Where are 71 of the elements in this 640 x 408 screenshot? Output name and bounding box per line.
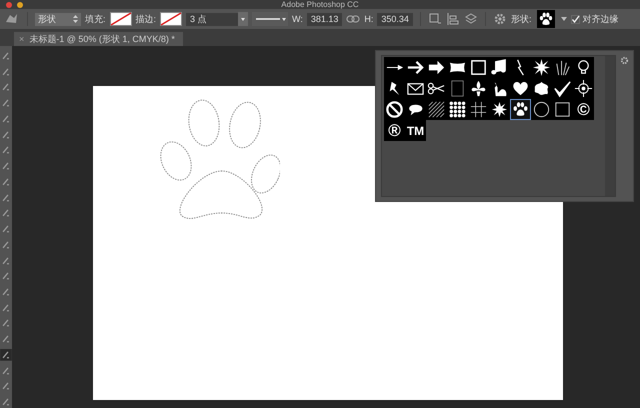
path-arrangement-icon[interactable] xyxy=(464,12,478,26)
tool-icon[interactable] xyxy=(0,348,12,361)
circle-icon xyxy=(532,100,551,119)
fleur-icon xyxy=(469,79,488,98)
shape-preview-button[interactable] xyxy=(535,10,558,28)
shape-option[interactable] xyxy=(489,99,510,120)
align-edges-label: 对齐边缘 xyxy=(582,12,618,26)
no-sign-icon xyxy=(385,100,404,119)
updown-icon xyxy=(73,15,78,23)
height-field[interactable]: 350.34 xyxy=(377,12,413,26)
frame-icon xyxy=(469,58,488,77)
shape-option[interactable] xyxy=(468,57,489,78)
fill-label: 填充: xyxy=(85,12,106,26)
path-operations-icon[interactable] xyxy=(428,12,442,26)
hatch-icon xyxy=(427,100,446,119)
tool-icon[interactable] xyxy=(0,380,12,392)
shape-label: 形状: xyxy=(510,12,532,26)
tool-icon[interactable] xyxy=(0,286,12,298)
note-icon xyxy=(490,58,509,77)
window-title: Adobe Photoshop CC xyxy=(281,0,359,9)
width-field[interactable]: 381.13 xyxy=(306,12,342,26)
height-label: H: xyxy=(364,14,374,24)
tool-icon[interactable] xyxy=(0,97,12,109)
tool-icon[interactable] xyxy=(0,223,12,235)
dropdown-icon[interactable] xyxy=(238,12,248,26)
burst-icon xyxy=(532,58,551,77)
tool-icon[interactable] xyxy=(0,317,12,330)
shape-tool-icon[interactable] xyxy=(4,12,20,26)
stroke-width-field[interactable]: 3 点 xyxy=(186,12,238,26)
dots-icon xyxy=(448,100,467,119)
link-icon[interactable] xyxy=(346,14,360,24)
shape-option[interactable]: ® xyxy=(384,120,405,141)
mode-select[interactable]: 形状 xyxy=(35,12,81,26)
stroke-label: 描边: xyxy=(136,12,156,26)
minimize-window-icon[interactable] xyxy=(17,2,23,8)
target-icon xyxy=(574,79,593,98)
grid-icon xyxy=(469,100,488,119)
tool-icon[interactable] xyxy=(0,81,12,94)
shape-option[interactable] xyxy=(510,99,531,120)
tool-icon[interactable] xyxy=(0,270,12,282)
stroke-swatch[interactable] xyxy=(160,12,182,26)
settings-icon[interactable] xyxy=(492,12,507,26)
check-icon xyxy=(553,79,572,98)
arrow-bold-icon xyxy=(427,58,446,77)
shape-option[interactable]: TM xyxy=(405,120,426,141)
shape-option[interactable]: © xyxy=(573,99,594,120)
shape-option[interactable] xyxy=(447,57,468,78)
tool-icon[interactable] xyxy=(0,160,12,172)
document-title: 未标题-1 @ 50% (形状 1, CMYK/8) * xyxy=(29,32,175,46)
settings-icon[interactable] xyxy=(620,56,629,65)
caret-icon[interactable] xyxy=(561,16,568,22)
square-icon xyxy=(553,100,572,119)
tool-icon[interactable] xyxy=(0,333,12,345)
shape-option[interactable] xyxy=(447,99,468,120)
starburst-icon xyxy=(490,100,509,119)
tool-icon[interactable] xyxy=(0,396,12,408)
path-alignment-icon[interactable] xyxy=(446,12,460,26)
align-edges-checkbox[interactable] xyxy=(571,14,580,24)
width-label: W: xyxy=(292,14,303,24)
arrow-icon xyxy=(406,58,425,77)
document-tab[interactable]: × 未标题-1 @ 50% (形状 1, CMYK/8) * xyxy=(14,32,183,46)
shape-option[interactable] xyxy=(531,99,552,120)
fill-swatch[interactable] xyxy=(110,12,132,26)
tool-icon[interactable] xyxy=(0,144,12,156)
scrollbar-track[interactable] xyxy=(605,56,615,196)
shape-option[interactable] xyxy=(552,99,573,120)
tool-icon[interactable] xyxy=(0,207,12,220)
close-window-icon[interactable] xyxy=(6,2,12,8)
tool-icon[interactable] xyxy=(0,50,12,62)
line-style-select[interactable] xyxy=(252,12,288,26)
heart-icon xyxy=(511,79,530,98)
